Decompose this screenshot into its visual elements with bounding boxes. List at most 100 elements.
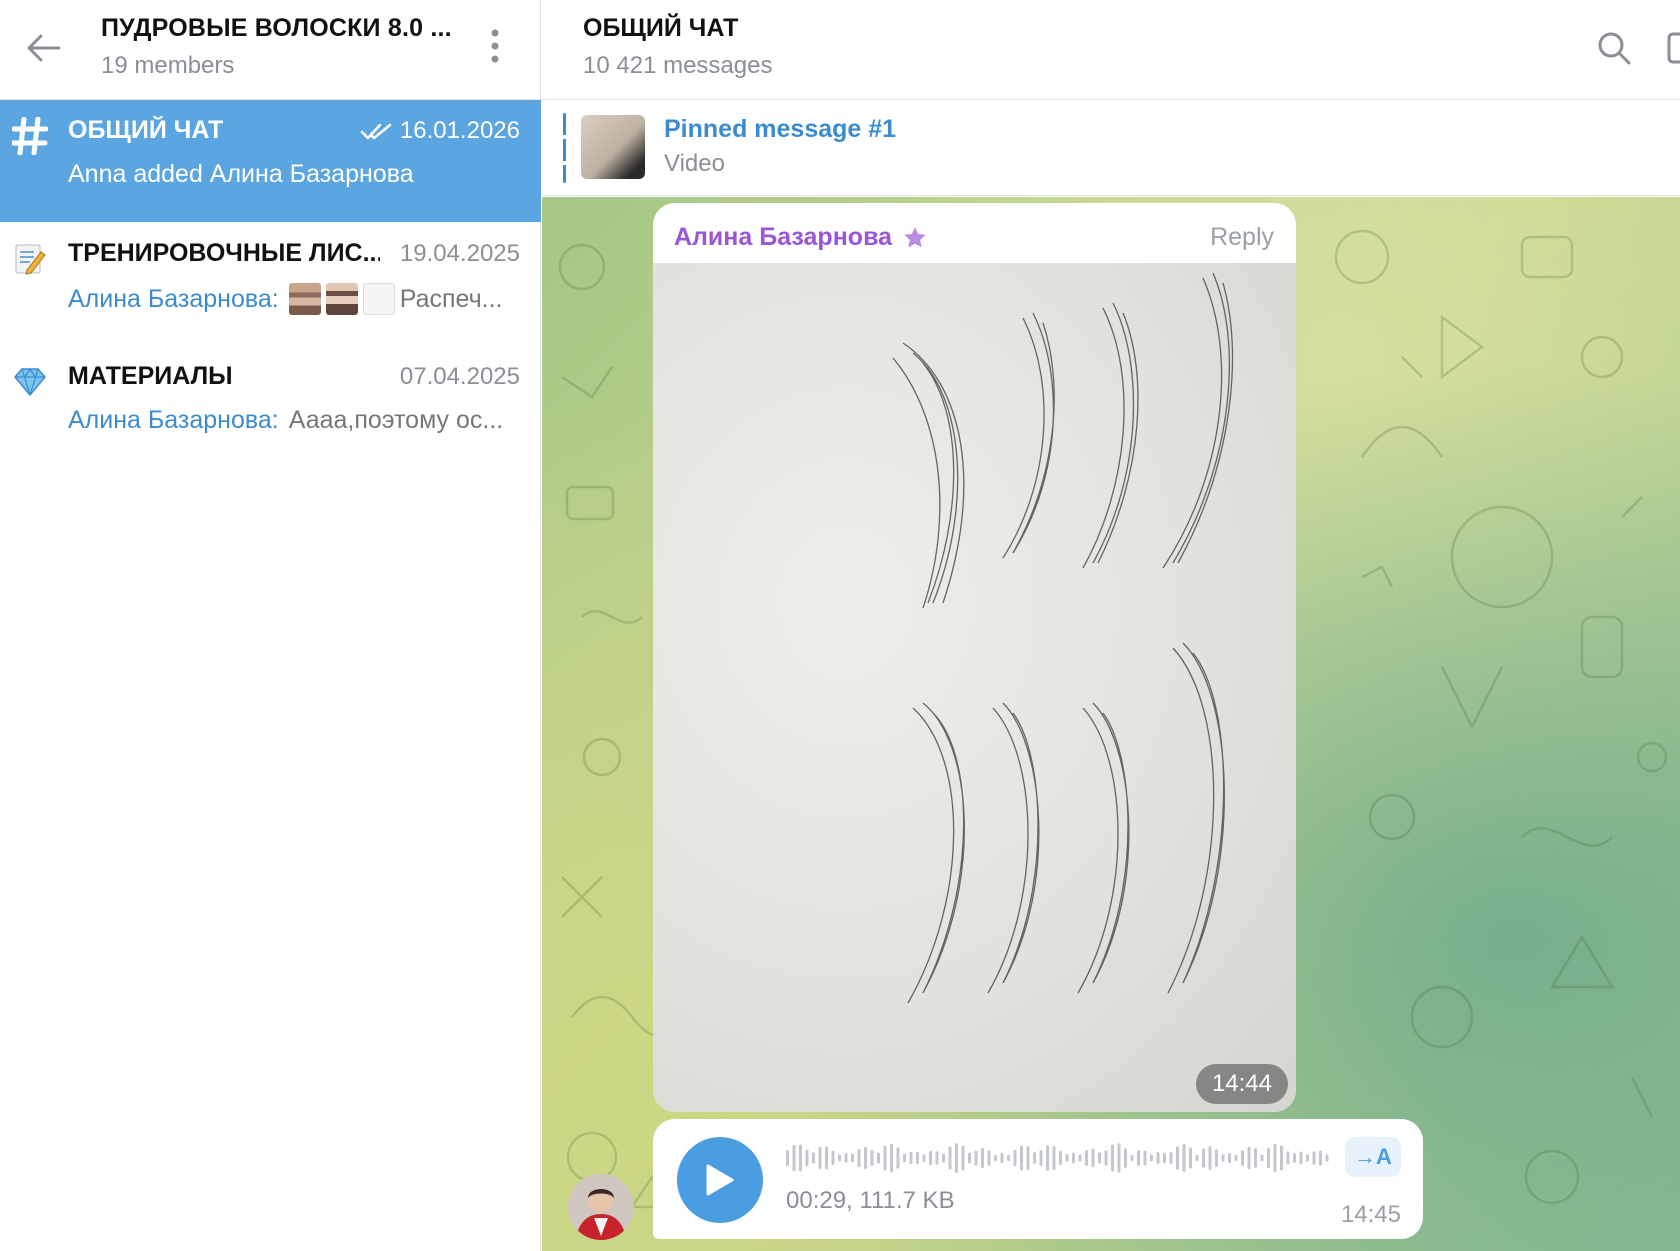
photo-message-bubble[interactable]: Алина Базарнова Reply 14:44 (653, 203, 1296, 1112)
waveform-bar (1260, 1154, 1264, 1162)
topic-title: ТРЕНИРОВОЧНЫЕ ЛИС... (68, 239, 380, 267)
preview-thumbnail (362, 283, 395, 315)
waveform-bar (825, 1146, 828, 1170)
back-button[interactable] (20, 24, 68, 72)
waveform-bar (805, 1149, 809, 1167)
waveform-bar (799, 1144, 802, 1172)
sidebar-toggle-button[interactable] (1667, 28, 1680, 68)
waveform-bar (1111, 1144, 1114, 1172)
preview-sender: Алина Базарнова: (68, 406, 279, 434)
gem-icon (10, 362, 50, 402)
waveform-bar (1273, 1143, 1277, 1173)
waveform-bar (1182, 1143, 1186, 1173)
audio-waveform[interactable] (786, 1139, 1331, 1177)
message-time: 14:44 (1195, 1064, 1288, 1104)
play-button[interactable] (677, 1137, 763, 1223)
waveform-bar (792, 1144, 796, 1172)
waveform-bar (1130, 1154, 1134, 1162)
waveform-bar (851, 1153, 854, 1163)
preview-text: Распеч... (399, 284, 503, 313)
waveform-bar (890, 1143, 893, 1173)
topics-sidebar: ПУДРОВЫЕ ВОЛОСКИ 8.0 ... 19 members ОБЩИ… (0, 0, 541, 1251)
preview-sender: Алина Базарнова: (68, 284, 279, 313)
message-photo[interactable]: 14:44 (653, 263, 1296, 1112)
waveform-bar (1169, 1152, 1173, 1164)
waveform-bar (935, 1151, 939, 1165)
more-options-button[interactable] (476, 22, 514, 70)
waveform-bar (857, 1148, 861, 1168)
waveform-bar (1052, 1145, 1056, 1171)
topic-item-general-chat[interactable]: ОБЩИЙ ЧАТ 16.01.2026 Anna added Алина Ба… (0, 100, 541, 222)
waveform-bar (909, 1151, 913, 1165)
waveform-bar (1241, 1150, 1244, 1166)
waveform-bar (864, 1146, 867, 1170)
pinned-indicator (563, 113, 566, 183)
voice-message-bubble[interactable]: 00:29, 111.7 KB →A 14:45 (653, 1119, 1423, 1239)
waveform-bar (838, 1154, 841, 1162)
waveform-bar (994, 1154, 997, 1162)
topic-title: МАТЕРИАЛЫ (68, 362, 233, 390)
waveform-bar (1143, 1150, 1147, 1166)
sender-name: Алина Базарнова (674, 223, 893, 251)
waveform-bar (1078, 1154, 1082, 1162)
waveform-bar (818, 1146, 822, 1170)
preview-thumbnail (288, 283, 321, 315)
waveform-bar (1319, 1150, 1322, 1166)
avatar[interactable] (568, 1174, 634, 1240)
waveform-bar (844, 1153, 848, 1163)
waveform-bar (1312, 1151, 1316, 1165)
waveform-bar (1150, 1154, 1153, 1162)
waveform-bar (1059, 1150, 1062, 1166)
waveform-bar (929, 1150, 932, 1166)
topic-preview-line: Алина Базарнова: Аааа,поэтому ос... (68, 406, 520, 435)
waveform-bar (1033, 1152, 1036, 1164)
topic-title: ОБЩИЙ ЧАТ (68, 116, 224, 144)
message-sender[interactable]: Алина Базарнова (674, 223, 928, 252)
waveform-bar (948, 1146, 952, 1170)
waveform-bar (1286, 1151, 1290, 1165)
preview-thumbnail (325, 283, 358, 315)
topic-item-materials[interactable]: МАТЕРИАЛЫ 07.04.2025 Алина Базарнова: Аа… (0, 346, 541, 468)
waveform-bar (974, 1150, 978, 1166)
chat-title: ОБЩИЙ ЧАТ (583, 14, 739, 42)
waveform-bar (1013, 1149, 1017, 1167)
pinned-subtitle: Video (664, 150, 725, 177)
waveform-bar (786, 1150, 789, 1166)
pinned-message-bar[interactable]: Pinned message #1 Video (542, 101, 1680, 196)
chat-messages-count: 10 421 messages (583, 52, 773, 79)
more-vertical-icon (491, 29, 499, 63)
group-title: ПУДРОВЫЕ ВОЛОСКИ 8.0 ... (101, 14, 452, 42)
waveform-bar (1098, 1152, 1101, 1164)
waveform-bar (1195, 1154, 1199, 1162)
waveform-bar (896, 1147, 900, 1169)
user-avatar-image (568, 1174, 634, 1240)
transcribe-button[interactable]: →A (1345, 1137, 1401, 1177)
chat-messages-area[interactable]: Алина Базарнова Reply 14:44 00:29, 111.7… (542, 197, 1680, 1251)
reply-button[interactable]: Reply (1210, 223, 1274, 252)
waveform-bar (877, 1152, 880, 1164)
waveform-bar (961, 1145, 965, 1171)
waveform-bar (1000, 1152, 1004, 1164)
arrow-left-icon (27, 34, 61, 62)
waveform-bar (1020, 1145, 1023, 1171)
star-icon (904, 226, 926, 247)
waveform-bar (1247, 1146, 1251, 1170)
topic-preview-line: Алина Базарнова: Распеч... (68, 283, 520, 315)
chat-header: ОБЩИЙ ЧАТ 10 421 messages (542, 0, 1680, 100)
search-button[interactable] (1590, 24, 1638, 72)
waveform-bar (1228, 1153, 1231, 1163)
waveform-bar (1039, 1149, 1043, 1167)
waveform-bar (812, 1152, 815, 1164)
hash-icon (10, 116, 50, 156)
eyebrow-sketch-image (892, 272, 1234, 1004)
waveform-bar (1299, 1151, 1303, 1165)
waveform-bar (1091, 1148, 1095, 1168)
topic-item-training-sheets[interactable]: ТРЕНИРОВОЧНЫЕ ЛИС... 19.04.2025 Алина Ба… (0, 223, 541, 345)
waveform-bar (1215, 1149, 1218, 1167)
preview-text: Аааа,поэтому ос... (288, 406, 504, 434)
topic-date: 07.04.2025 (399, 363, 520, 390)
waveform-bar (987, 1150, 991, 1166)
waveform-bar (1254, 1148, 1257, 1168)
memo-icon (10, 239, 50, 279)
waveform-bar (1202, 1148, 1205, 1168)
